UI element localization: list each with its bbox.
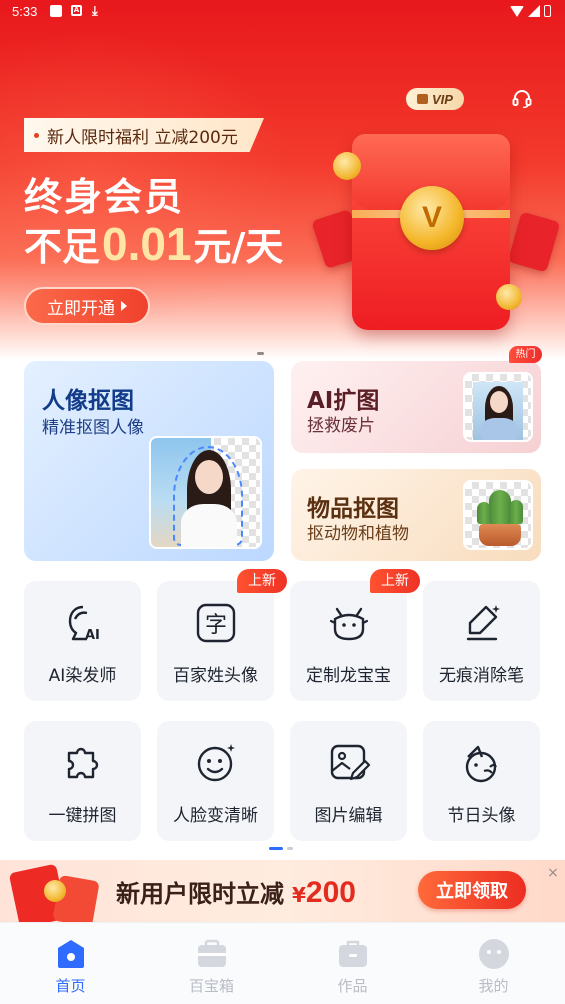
open-membership-button[interactable]: 立即开通 bbox=[24, 287, 150, 325]
coin-icon bbox=[496, 284, 522, 310]
nav-label: 作品 bbox=[337, 977, 368, 995]
status-time: 5:33 bbox=[12, 4, 38, 19]
portrait-cutout-title: 人像抠图 bbox=[42, 388, 134, 414]
nav-item-toolbox[interactable]: 百宝箱 bbox=[141, 923, 282, 1004]
close-icon[interactable]: × bbox=[546, 866, 560, 880]
vip-label: VIP bbox=[432, 91, 453, 107]
price-prefix: 不足 bbox=[24, 225, 101, 269]
new-user-promo-banner[interactable]: 新用户限时立减 ¥ 200 立即领取 × bbox=[0, 860, 565, 922]
new-badge: 上新 bbox=[370, 569, 420, 593]
festival-avatar-icon bbox=[465, 745, 497, 783]
hero-banner[interactable]: 5:33 A ⤓ VIP 新人限时福利 立减200元 终身会员 不足 0.01 … bbox=[0, 0, 565, 360]
hero-price-line: 不足 0.01 元/天 bbox=[24, 216, 283, 271]
currency-symbol: ¥ bbox=[292, 883, 306, 907]
ai-expand-title: AI扩图 bbox=[307, 388, 380, 414]
vip-button[interactable]: VIP bbox=[406, 88, 464, 110]
eraser-pen-icon bbox=[466, 605, 500, 641]
signal-icon bbox=[528, 5, 540, 17]
grid-page-indicator-active bbox=[269, 847, 283, 850]
nav-item-profile[interactable]: 我的 bbox=[423, 923, 564, 1004]
promo-dot-icon bbox=[34, 132, 39, 138]
coin-icon bbox=[333, 152, 361, 180]
coin-icon bbox=[44, 880, 66, 902]
image-edit-icon bbox=[330, 744, 371, 781]
new-user-promo-tag: 新人限时福利 立减200元 bbox=[24, 118, 264, 152]
surname-avatar-icon: 字 bbox=[196, 603, 236, 643]
portrait-cutout-card[interactable]: 人像抠图 精准抠图人像 bbox=[24, 361, 274, 561]
ai-expand-sample-image bbox=[463, 372, 533, 442]
notification-icon bbox=[50, 5, 62, 17]
tool-label: 定制龙宝宝 bbox=[306, 666, 391, 686]
status-right bbox=[510, 5, 551, 17]
dragon-baby-icon bbox=[329, 607, 369, 641]
tool-image-edit[interactable]: 图片编辑 bbox=[290, 721, 407, 841]
tool-ai-hair-dye[interactable]: AI AI染发师 bbox=[24, 581, 141, 701]
tool-eraser-pen[interactable]: 无痕消除笔 bbox=[423, 581, 540, 701]
nav-item-home[interactable]: 首页 bbox=[0, 923, 141, 1004]
tool-label: 图片编辑 bbox=[314, 806, 383, 826]
nav-item-works[interactable]: 作品 bbox=[282, 923, 423, 1004]
object-sample-image bbox=[463, 480, 533, 550]
wifi-icon bbox=[510, 5, 524, 17]
bottom-navigation: 首页 百宝箱 作品 我的 bbox=[0, 922, 565, 1004]
price-suffix: 元/天 bbox=[193, 225, 284, 269]
portrait-sample-image bbox=[149, 436, 262, 549]
claim-button[interactable]: 立即领取 bbox=[418, 871, 526, 909]
new-badge: 上新 bbox=[237, 569, 287, 593]
object-cutout-subtitle: 抠动物和植物 bbox=[307, 524, 409, 544]
tool-label: AI染发师 bbox=[48, 666, 117, 686]
face-enhance-icon bbox=[197, 744, 235, 782]
battery-icon bbox=[544, 5, 551, 17]
hot-badge: 热门 bbox=[509, 346, 542, 363]
customer-service-icon[interactable] bbox=[512, 90, 532, 108]
download-icon: ⤓ bbox=[92, 4, 98, 19]
tool-dragon-baby[interactable]: 定制龙宝宝 bbox=[290, 581, 407, 701]
svg-text:AI: AI bbox=[85, 628, 100, 643]
object-cutout-card[interactable]: 物品抠图 抠动物和植物 bbox=[291, 469, 541, 561]
profile-icon bbox=[479, 939, 509, 969]
object-cutout-title: 物品抠图 bbox=[307, 496, 399, 522]
discount-amount: 200 bbox=[305, 876, 356, 909]
carousel-indicator bbox=[257, 352, 264, 355]
price-value: 0.01 bbox=[102, 218, 192, 270]
toolbox-icon bbox=[198, 939, 226, 967]
puzzle-icon bbox=[67, 747, 99, 779]
hero-title: 终身会员 bbox=[24, 175, 185, 219]
grid-page-indicator bbox=[287, 847, 293, 850]
vip-crown-icon bbox=[417, 94, 429, 104]
app-notification-icon: A bbox=[71, 5, 82, 16]
portrait-cutout-subtitle: 精准抠图人像 bbox=[42, 418, 144, 438]
nav-label: 百宝箱 bbox=[188, 977, 234, 995]
svg-text:字: 字 bbox=[205, 613, 227, 638]
status-bar: 5:33 A ⤓ bbox=[0, 0, 565, 24]
red-packet-decor-icon bbox=[507, 211, 561, 273]
nav-label: 我的 bbox=[478, 977, 509, 995]
promo-strip-text: 新用户限时立减 ¥ 200 bbox=[116, 874, 356, 910]
ai-hair-dye-icon: AI bbox=[68, 605, 100, 643]
promo-strip-label: 新用户限时立减 bbox=[116, 880, 284, 908]
tool-label: 百家姓头像 bbox=[173, 666, 258, 686]
tool-label: 节日头像 bbox=[447, 806, 516, 826]
tool-surname-avatar[interactable]: 字 百家姓头像 bbox=[157, 581, 274, 701]
promo-text: 新人限时福利 立减200元 bbox=[47, 127, 238, 148]
ai-expand-subtitle: 拯救废片 bbox=[307, 416, 375, 436]
tool-label: 一键拼图 bbox=[48, 806, 117, 826]
tool-label: 人脸变清晰 bbox=[173, 806, 258, 826]
open-button-label: 立即开通 bbox=[47, 298, 115, 319]
tool-face-enhance[interactable]: 人脸变清晰 bbox=[157, 721, 274, 841]
ai-expand-card[interactable]: AI扩图 拯救废片 bbox=[291, 361, 541, 453]
home-icon bbox=[58, 940, 84, 968]
nav-label: 首页 bbox=[55, 977, 86, 995]
tool-label: 无痕消除笔 bbox=[439, 666, 524, 686]
arrow-right-icon bbox=[121, 301, 127, 311]
works-icon bbox=[339, 940, 367, 967]
tool-festival-avatar[interactable]: 节日头像 bbox=[423, 721, 540, 841]
tool-puzzle[interactable]: 一键拼图 bbox=[24, 721, 141, 841]
vip-coin-icon: V bbox=[400, 186, 464, 250]
